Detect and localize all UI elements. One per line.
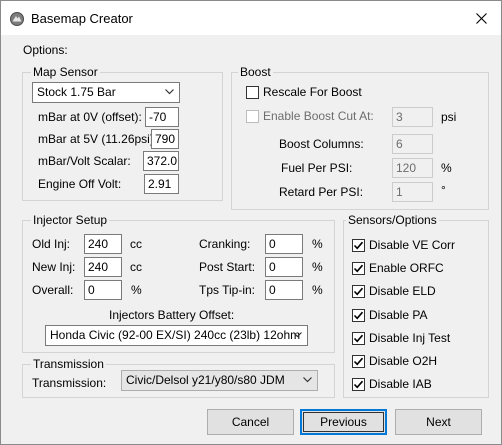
tps-tip-in-label: Tps Tip-in:	[199, 283, 256, 297]
basemap-creator-window: Basemap Creator Options: Map Sensor Stoc…	[0, 0, 502, 445]
fuel-per-psi-unit: %	[441, 161, 452, 175]
close-button[interactable]	[464, 3, 498, 33]
post-start-unit: %	[312, 260, 323, 274]
app-icon	[10, 12, 24, 26]
engine-off-volt-label: Engine Off Volt:	[38, 177, 122, 191]
map-sensor-legend: Map Sensor	[31, 65, 100, 79]
sensor-option-checkbox[interactable]	[352, 309, 365, 322]
retard-per-psi-input[interactable]: 1	[392, 182, 433, 202]
boost-cut-input[interactable]: 3	[392, 107, 433, 127]
chevron-down-icon	[165, 89, 174, 95]
previous-button[interactable]: Previous	[300, 409, 387, 435]
boost-legend: Boost	[238, 65, 273, 79]
overall-input[interactable]: 0	[84, 280, 122, 300]
map-sensor-select-value: Stock 1.75 Bar	[37, 85, 116, 99]
sensor-option-label: Disable Inj Test	[369, 331, 451, 345]
sensor-option-checkbox[interactable]	[352, 355, 365, 368]
battery-offset-label: Injectors Battery Offset:	[109, 308, 235, 322]
close-icon[interactable]	[475, 12, 487, 24]
chevron-down-icon	[293, 332, 302, 338]
options-label: Options:	[23, 43, 68, 57]
tps-tip-in-input[interactable]: 0	[265, 280, 303, 300]
sensor-option-checkbox[interactable]	[352, 239, 365, 252]
cancel-button[interactable]: Cancel	[207, 409, 294, 435]
new-inj-unit: cc	[130, 260, 142, 274]
boost-columns-label: Boost Columns:	[279, 137, 364, 151]
chevron-down-icon	[303, 377, 312, 383]
rescale-boost-checkbox[interactable]	[246, 86, 259, 99]
sensor-option-label: Disable ELD	[369, 284, 436, 298]
battery-offset-select[interactable]: Honda Civic (92-00 EX/SI) 240cc (23lb) 1…	[45, 325, 308, 346]
scalar-label: mBar/Volt Scalar:	[38, 154, 131, 168]
old-inj-unit: cc	[130, 237, 142, 251]
checkmark-icon	[353, 311, 364, 320]
boost-cut-label: Enable Boost Cut At:	[263, 109, 374, 123]
checkmark-icon	[353, 264, 364, 273]
overall-unit: %	[131, 283, 142, 297]
sensor-option-label: Disable PA	[369, 308, 428, 322]
boost-cut-unit: psi	[441, 110, 457, 124]
new-inj-label: New Inj:	[32, 260, 76, 274]
fuel-per-psi-input[interactable]: 120	[392, 158, 433, 178]
title-bar: Basemap Creator	[1, 1, 501, 35]
sensor-option-label: Disable O2H	[369, 354, 438, 368]
transmission-select[interactable]: Civic/Delsol y21/y80/s80 JDM	[121, 370, 318, 391]
sensor-option-checkbox[interactable]	[352, 378, 365, 391]
old-inj-input[interactable]: 240	[84, 234, 122, 254]
next-button[interactable]: Next	[395, 409, 482, 435]
post-start-label: Post Start:	[199, 260, 256, 274]
offset-label: mBar at 0V (offset):	[38, 110, 142, 124]
boost-columns-input[interactable]: 6	[392, 134, 433, 154]
cranking-unit: %	[312, 237, 323, 251]
engine-off-volt-input[interactable]: 2.91	[144, 174, 179, 194]
rescale-boost-label: Rescale For Boost	[263, 85, 362, 99]
boost-cut-checkbox[interactable]	[246, 110, 259, 123]
window-title: Basemap Creator	[31, 11, 133, 26]
injector-setup-legend: Injector Setup	[31, 213, 110, 227]
checkmark-icon	[353, 380, 364, 389]
cranking-input[interactable]: 0	[265, 234, 303, 254]
new-inj-input[interactable]: 240	[84, 257, 122, 277]
cranking-label: Cranking:	[199, 237, 251, 251]
sensor-option-label: Enable ORFC	[369, 261, 444, 275]
mbar-5v-input[interactable]: 790	[151, 129, 179, 149]
map-sensor-select[interactable]: Stock 1.75 Bar	[32, 82, 180, 103]
checkmark-icon	[353, 357, 364, 366]
sensor-option-label: Disable VE Corr	[369, 238, 456, 252]
sensors-options-legend: Sensors/Options	[346, 213, 439, 227]
overall-label: Overall:	[32, 283, 74, 297]
post-start-input[interactable]: 0	[265, 257, 303, 277]
scalar-input[interactable]: 372.0	[143, 151, 179, 171]
transmission-select-value: Civic/Delsol y21/y80/s80 JDM	[126, 373, 285, 387]
checkmark-icon	[353, 287, 364, 296]
transmission-legend: Transmission	[31, 357, 106, 371]
tps-tip-in-unit: %	[312, 283, 323, 297]
fuel-per-psi-label: Fuel Per PSI:	[281, 161, 353, 175]
sensor-option-checkbox[interactable]	[352, 285, 365, 298]
sensor-option-label: Disable IAB	[369, 377, 432, 391]
offset-input[interactable]: -70	[145, 107, 179, 127]
retard-per-psi-label: Retard Per PSI:	[279, 185, 364, 199]
sensor-option-checkbox[interactable]	[352, 332, 365, 345]
retard-per-psi-unit: °	[441, 183, 446, 197]
transmission-label: Transmission:	[32, 376, 107, 390]
checkmark-icon	[353, 334, 364, 343]
sensor-option-checkbox[interactable]	[352, 262, 365, 275]
old-inj-label: Old Inj:	[32, 237, 71, 251]
checkmark-icon	[353, 241, 364, 250]
battery-offset-select-value: Honda Civic (92-00 EX/SI) 240cc (23lb) 1…	[50, 328, 301, 342]
mbar-5v-label: mBar at 5V (11.26psi):	[38, 132, 158, 146]
